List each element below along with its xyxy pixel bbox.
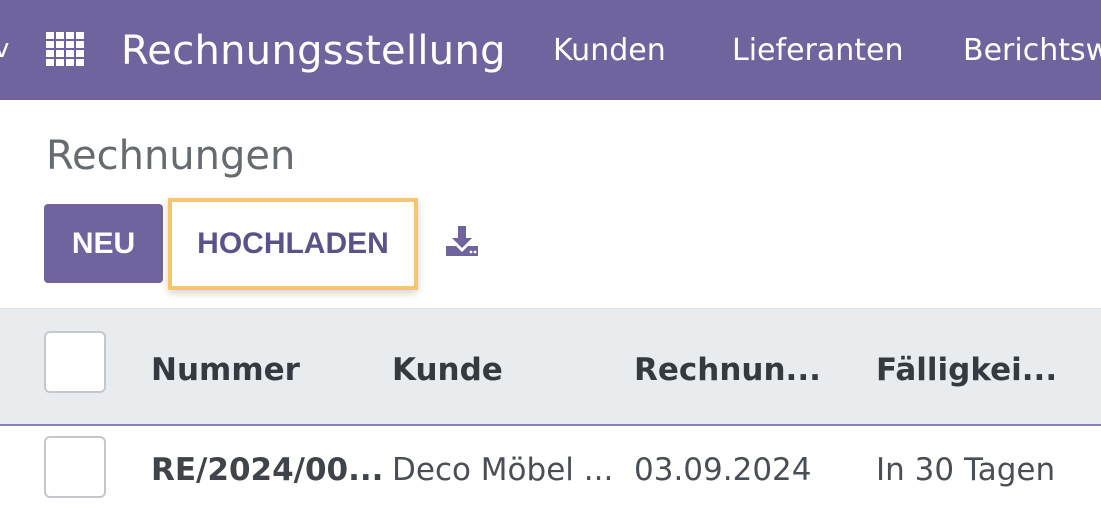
cell-customer[interactable]: Deco Möbel ... bbox=[392, 452, 613, 488]
cell-due-date[interactable]: In 30 Tagen bbox=[876, 452, 1055, 488]
column-header-kunde[interactable]: Kunde bbox=[392, 352, 503, 388]
column-header-rechnungsdatum[interactable]: Rechnun... bbox=[634, 352, 821, 388]
menu-caret-fragment[interactable]: v bbox=[0, 34, 9, 64]
upload-button[interactable]: HOCHLADEN bbox=[172, 202, 414, 286]
new-button[interactable]: NEU bbox=[44, 204, 163, 283]
nav-item-berichtswesen[interactable]: Berichtsw bbox=[963, 33, 1101, 68]
apps-grid-icon[interactable] bbox=[46, 32, 86, 68]
upload-button-highlight: HOCHLADEN bbox=[168, 198, 418, 290]
select-all-checkbox[interactable] bbox=[44, 331, 106, 393]
nav-item-lieferanten[interactable]: Lieferanten bbox=[732, 33, 904, 68]
top-navbar: v Rechnungsstellung Kunden Lieferanten B… bbox=[0, 0, 1101, 100]
page-title: Rechnungen bbox=[46, 133, 296, 179]
column-header-faelligkeit[interactable]: Fälligkei... bbox=[876, 352, 1057, 388]
row-checkbox[interactable] bbox=[44, 436, 106, 498]
cell-invoice-date[interactable]: 03.09.2024 bbox=[634, 452, 812, 488]
column-header-nummer[interactable]: Nummer bbox=[151, 352, 300, 388]
nav-item-kunden[interactable]: Kunden bbox=[553, 33, 666, 68]
download-icon[interactable] bbox=[444, 224, 480, 260]
app-title[interactable]: Rechnungsstellung bbox=[121, 28, 506, 74]
cell-number[interactable]: RE/2024/00... bbox=[151, 452, 383, 488]
